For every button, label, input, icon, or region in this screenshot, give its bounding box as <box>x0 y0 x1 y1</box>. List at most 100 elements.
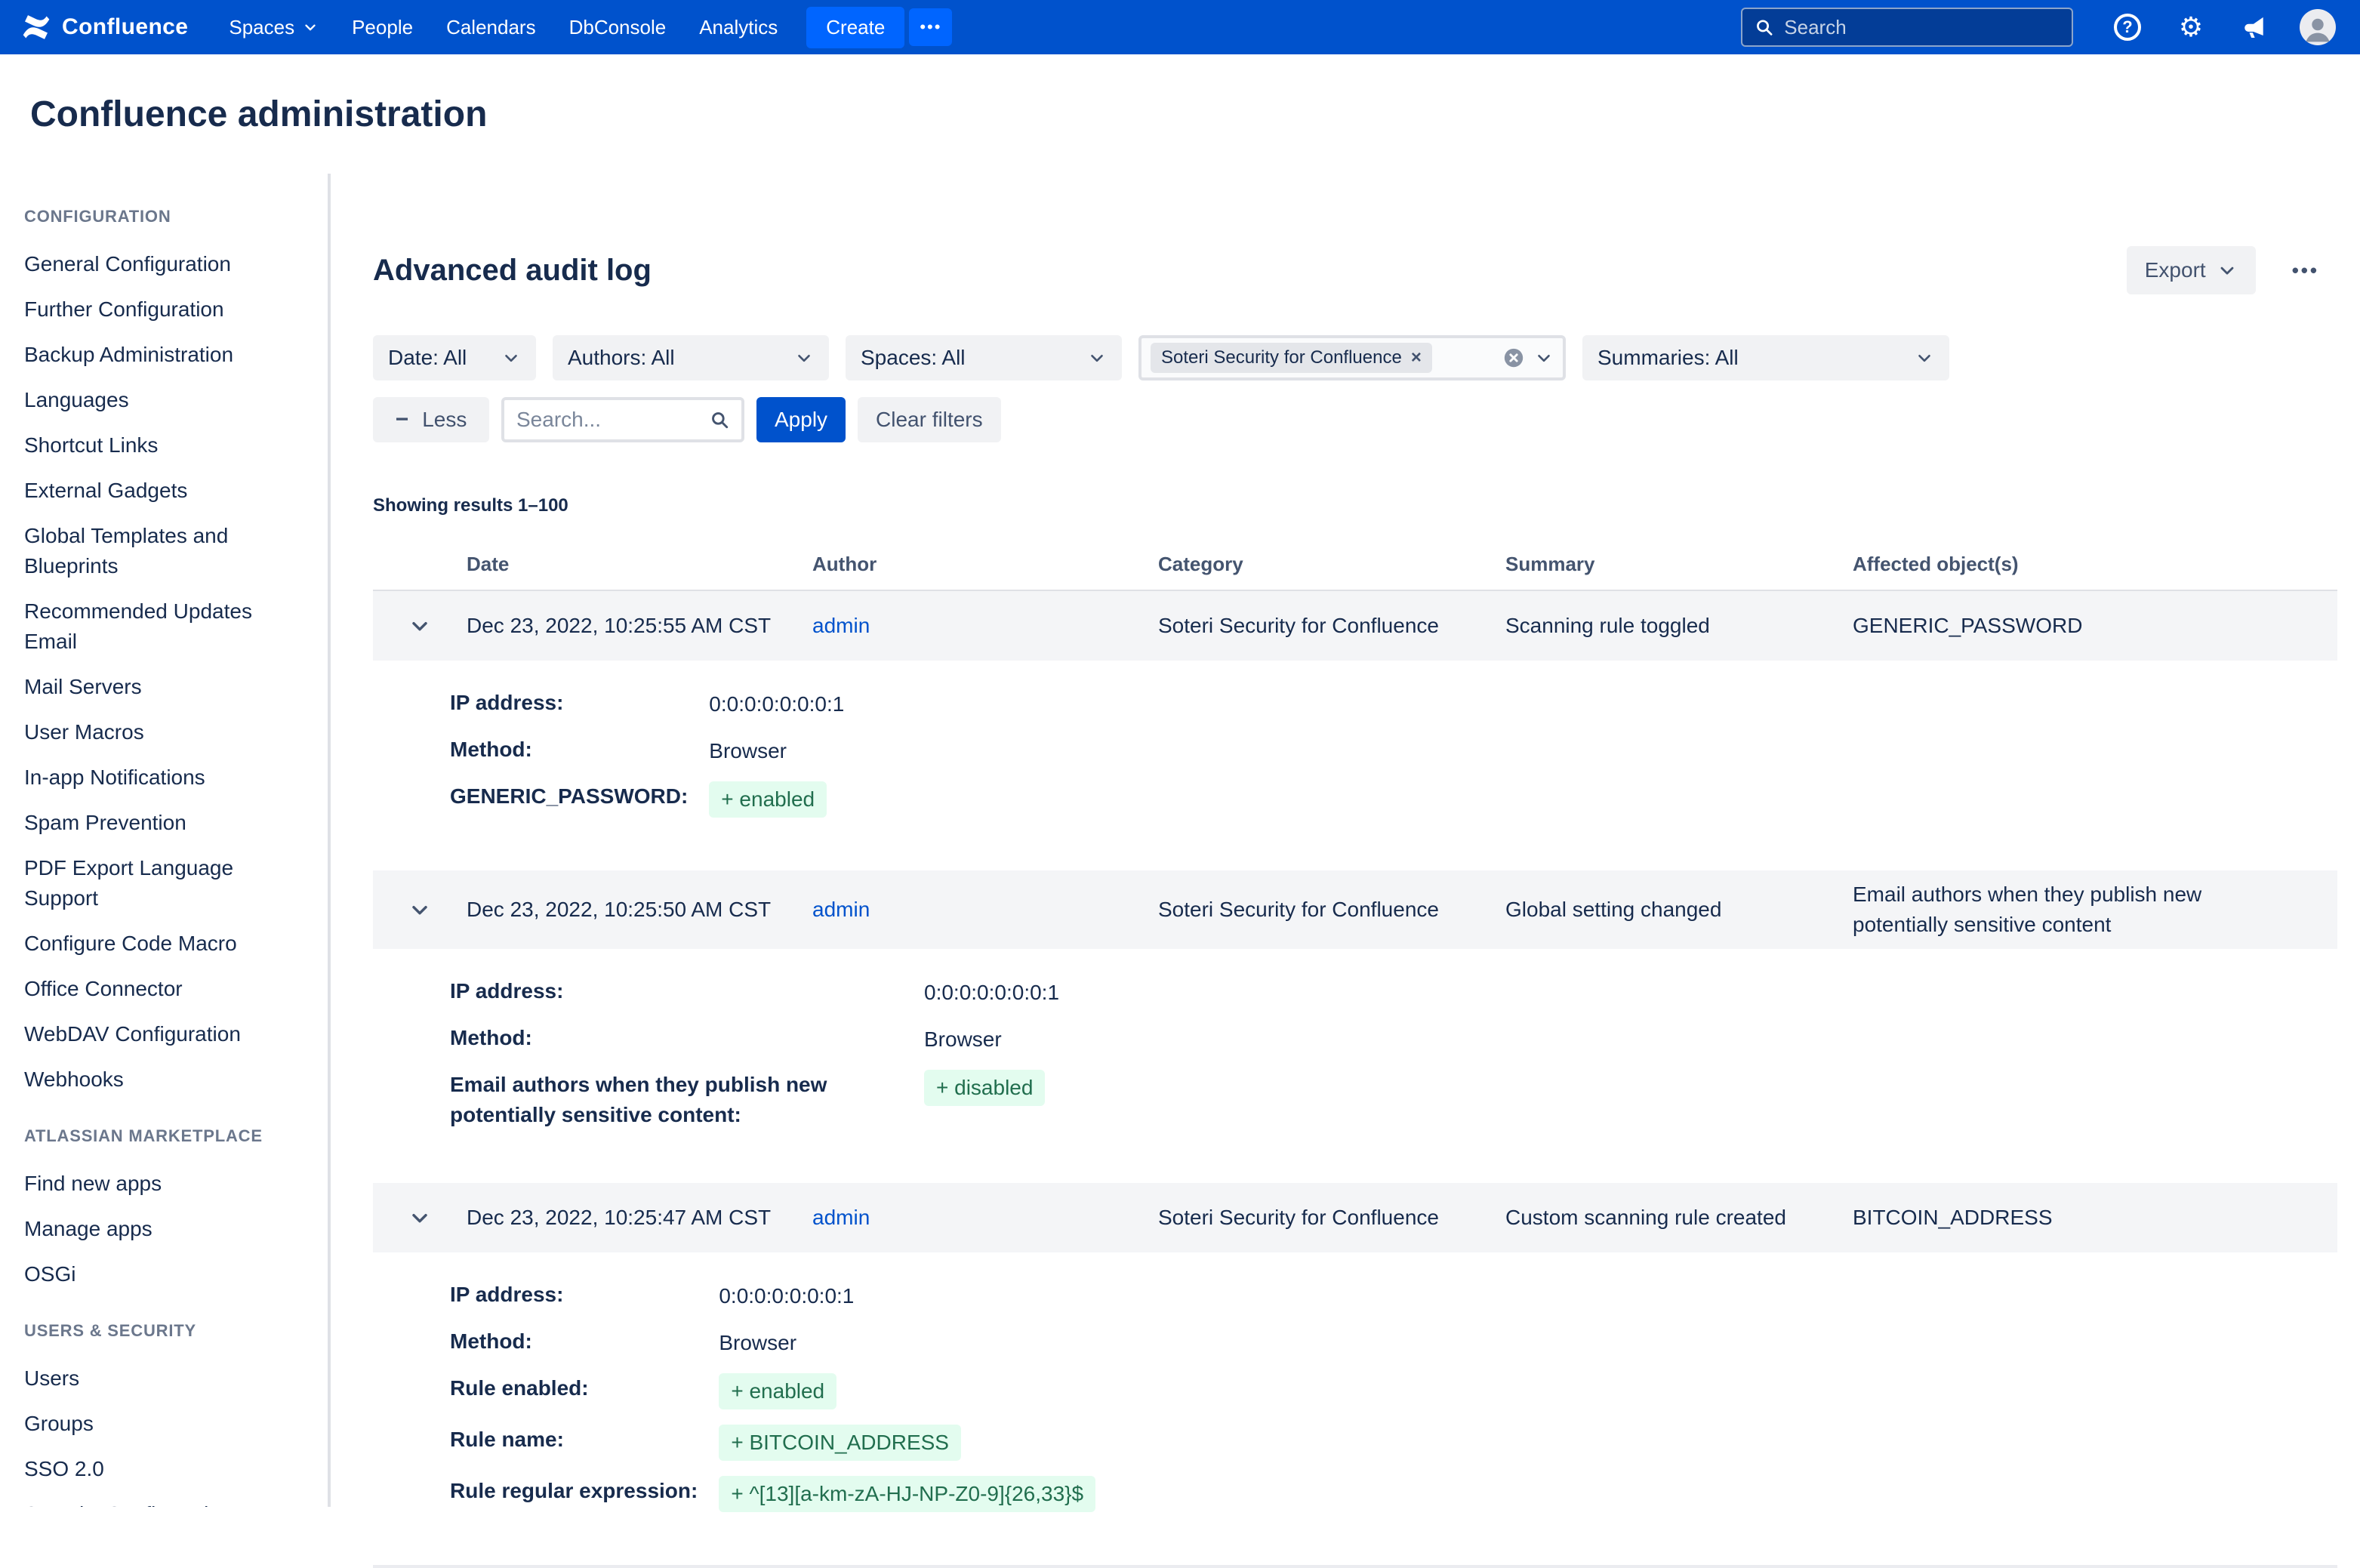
settings-button[interactable]: ⚙ <box>2170 6 2212 48</box>
topnav-item-dbconsole[interactable]: DbConsole <box>553 0 683 54</box>
sidebar-item-recommended-updates-email[interactable]: Recommended Updates Email <box>0 589 328 664</box>
detail-label: Method: <box>450 1326 698 1357</box>
sidebar-item-spam-prevention[interactable]: Spam Prevention <box>0 800 328 846</box>
sidebar-item-label: Spam Prevention <box>24 811 186 834</box>
less-filters-button[interactable]: − Less <box>373 397 489 442</box>
minus-icon: − <box>396 407 409 433</box>
user-avatar[interactable] <box>2297 6 2339 48</box>
brand-name: Confluence <box>62 14 188 40</box>
results-count: Showing results 1–100 <box>373 495 2337 516</box>
chevron-down-icon[interactable] <box>1534 348 1554 368</box>
collapse-row-button[interactable] <box>402 608 438 644</box>
clear-selection-icon[interactable] <box>1502 347 1525 369</box>
announcements-button[interactable] <box>2233 6 2275 48</box>
sidebar-item-label: Configure Code Macro <box>24 932 237 955</box>
detail-value-cell: Browser <box>719 1326 2313 1358</box>
sidebar-item-shortcut-links[interactable]: Shortcut Links <box>0 423 328 468</box>
sidebar-item-label: In-app Notifications <box>24 766 205 789</box>
authors-filter[interactable]: Authors: All <box>553 335 829 380</box>
row-author-link[interactable]: admin <box>812 898 870 921</box>
sidebar-item-further-configuration[interactable]: Further Configuration <box>0 287 328 332</box>
apply-button[interactable]: Apply <box>756 397 846 442</box>
row-author-link[interactable]: admin <box>812 614 870 637</box>
detail-value-cell: 0:0:0:0:0:0:0:1 <box>719 1280 2313 1311</box>
avatar-icon <box>2300 9 2336 45</box>
detail-label: Rule enabled: <box>450 1373 698 1403</box>
sidebar-item-configure-code-macro[interactable]: Configure Code Macro <box>0 921 328 966</box>
global-search[interactable] <box>1741 8 2073 47</box>
confluence-home-link[interactable]: Confluence <box>21 12 188 42</box>
nav-item-label: Analytics <box>699 16 778 39</box>
sidebar-item-mail-servers[interactable]: Mail Servers <box>0 664 328 710</box>
chevron-down-icon <box>2217 260 2238 281</box>
sidebar-item-find-new-apps[interactable]: Find new apps <box>0 1161 328 1206</box>
sidebar-item-backup-administration[interactable]: Backup Administration <box>0 332 328 377</box>
more-actions-button[interactable]: ••• <box>2274 246 2337 294</box>
chevron-down-icon <box>501 348 521 368</box>
sidebar-item-in-app-notifications[interactable]: In-app Notifications <box>0 755 328 800</box>
sidebar-item-security-configuration[interactable]: Security Configuration <box>0 1492 328 1507</box>
remove-tag-icon[interactable]: × <box>1411 347 1422 368</box>
clear-filters-button[interactable]: Clear filters <box>858 397 1001 442</box>
sidebar-item-global-templates-and-blueprints[interactable]: Global Templates and Blueprints <box>0 513 328 589</box>
summaries-filter-label: Summaries: All <box>1597 346 1739 370</box>
sidebar-item-office-connector[interactable]: Office Connector <box>0 966 328 1012</box>
sidebar-item-pdf-export-language-support[interactable]: PDF Export Language Support <box>0 846 328 921</box>
column-header-author: Author <box>812 553 1158 576</box>
topnav-item-analytics[interactable]: Analytics <box>682 0 794 54</box>
row-author-link[interactable]: admin <box>812 1206 870 1229</box>
detail-label: IP address: <box>450 1280 698 1310</box>
date-filter[interactable]: Date: All <box>373 335 536 380</box>
category-filter[interactable]: Soteri Security for Confluence × <box>1138 335 1566 380</box>
detail-label: Method: <box>450 735 688 765</box>
sidebar-item-users[interactable]: Users <box>0 1356 328 1401</box>
global-search-input[interactable] <box>1784 16 2060 39</box>
collapse-row-button[interactable] <box>402 892 438 928</box>
topnav-item-spaces[interactable]: Spaces <box>212 0 335 54</box>
spaces-filter[interactable]: Spaces: All <box>846 335 1122 380</box>
sidebar-item-external-gadgets[interactable]: External Gadgets <box>0 468 328 513</box>
detail-value: 0:0:0:0:0:0:0:1 <box>709 692 844 716</box>
category-tag-label: Soteri Security for Confluence <box>1161 347 1402 368</box>
sidebar-item-manage-apps[interactable]: Manage apps <box>0 1206 328 1252</box>
create-button[interactable]: Create <box>806 7 904 48</box>
row-summary: Global setting changed <box>1505 895 1853 925</box>
category-filter-tag[interactable]: Soteri Security for Confluence × <box>1151 343 1432 373</box>
sidebar-item-label: Office Connector <box>24 977 183 1000</box>
chevron-down-icon <box>1915 348 1934 368</box>
sidebar-item-label: Security Configuration <box>24 1502 232 1507</box>
topnav-item-people[interactable]: People <box>335 0 430 54</box>
sidebar-item-general-configuration[interactable]: General Configuration <box>0 242 328 287</box>
help-icon: ? <box>2114 14 2141 41</box>
audit-row[interactable]: Dec 23, 2022, 10:25:50 AM CST admin Sote… <box>373 870 2337 949</box>
detail-value-cell: + disabled <box>924 1070 2313 1106</box>
filter-search-input[interactable] <box>516 408 701 432</box>
sidebar-item-groups[interactable]: Groups <box>0 1401 328 1446</box>
sidebar-item-osgi[interactable]: OSGi <box>0 1252 328 1297</box>
sidebar-item-sso-2-0[interactable]: SSO 2.0 <box>0 1446 328 1492</box>
audit-table-header: Date Author Category Summary Affected ob… <box>373 553 2337 591</box>
audit-log-table: Date Author Category Summary Affected ob… <box>373 553 2337 1568</box>
detail-value-cell: Browser <box>709 735 2313 766</box>
summaries-filter[interactable]: Summaries: All <box>1582 335 1949 380</box>
collapse-row-button[interactable] <box>402 1200 438 1236</box>
audit-row[interactable]: Dec 23, 2022, 10:25:47 AM CST admin Sote… <box>373 1183 2337 1252</box>
sidebar-item-webdav-configuration[interactable]: WebDAV Configuration <box>0 1012 328 1057</box>
topnav-item-calendars[interactable]: Calendars <box>430 0 553 54</box>
sidebar-item-languages[interactable]: Languages <box>0 377 328 423</box>
sidebar-item-webhooks[interactable]: Webhooks <box>0 1057 328 1102</box>
filter-search[interactable] <box>501 397 744 442</box>
detail-value: + BITCOIN_ADDRESS <box>719 1425 961 1461</box>
export-button[interactable]: Export <box>2127 246 2256 294</box>
sidebar-section-heading: ATLASSIAN MARKETPLACE <box>0 1126 328 1146</box>
sidebar-item-label: Recommended Updates Email <box>24 599 252 653</box>
sidebar-item-label: User Macros <box>24 720 144 744</box>
help-button[interactable]: ? <box>2106 6 2149 48</box>
nav-more-menu-button[interactable]: ••• <box>909 8 952 46</box>
sidebar-item-user-macros[interactable]: User Macros <box>0 710 328 755</box>
nav-item-label: Spaces <box>229 16 294 39</box>
row-affected: BITCOIN_ADDRESS <box>1853 1203 2053 1233</box>
sidebar-item-label: Manage apps <box>24 1217 153 1240</box>
sidebar-section-heading: CONFIGURATION <box>0 207 328 226</box>
audit-row[interactable]: Dec 23, 2022, 10:25:55 AM CST admin Sote… <box>373 591 2337 661</box>
